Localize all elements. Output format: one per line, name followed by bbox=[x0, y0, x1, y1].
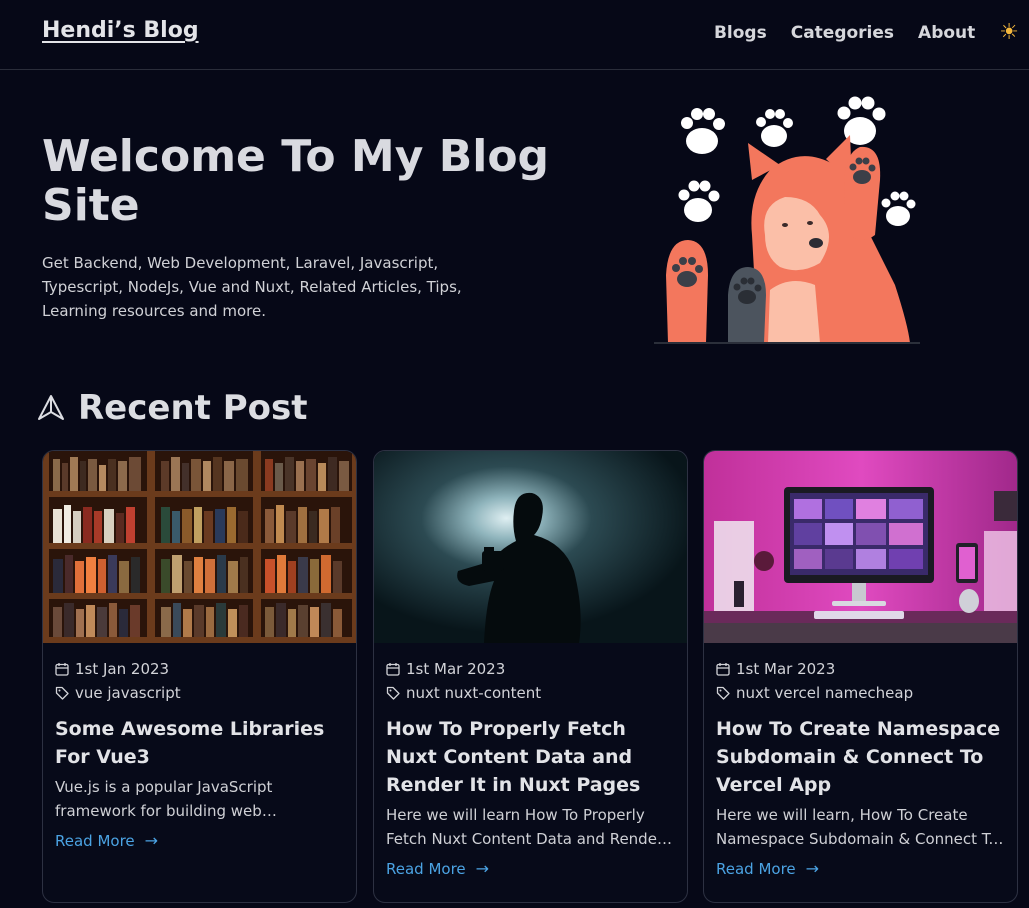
post-card[interactable]: 1st Jan 2023 vue javascript Some Awesome… bbox=[42, 450, 357, 903]
hero-subtitle: Get Backend, Web Development, Laravel, J… bbox=[42, 254, 462, 320]
post-tags: nuxt vercel namecheap bbox=[716, 681, 1005, 705]
arrow-up-icon bbox=[38, 395, 64, 420]
arrow-right-icon: → bbox=[805, 859, 820, 878]
post-image-camera-silhouette[interactable] bbox=[374, 451, 687, 643]
shiba-paws-illustration bbox=[654, 96, 920, 344]
post-tags-text[interactable]: vue javascript bbox=[75, 684, 181, 702]
read-more-label: Read More bbox=[716, 859, 796, 878]
post-tags: vue javascript bbox=[55, 681, 344, 705]
tag-icon bbox=[716, 686, 730, 700]
post-date-text: 1st Jan 2023 bbox=[75, 660, 170, 678]
arrow-right-icon: → bbox=[144, 831, 159, 850]
post-date: 1st Mar 2023 bbox=[386, 657, 675, 681]
site-logo-link[interactable]: Hendi’s Blog bbox=[42, 18, 199, 43]
main-nav: Blogs Categories About ☀ bbox=[714, 22, 1019, 44]
post-date: 1st Jan 2023 bbox=[55, 657, 344, 681]
nav-link-categories[interactable]: Categories bbox=[791, 23, 894, 43]
post-image-desk-setup[interactable] bbox=[704, 451, 1017, 643]
post-tags: nuxt nuxt-content bbox=[386, 681, 675, 705]
arrow-right-icon: → bbox=[475, 859, 490, 878]
post-date-text: 1st Mar 2023 bbox=[406, 660, 506, 678]
nav-link-blogs[interactable]: Blogs bbox=[714, 23, 767, 43]
post-description: Vue.js is a popular JavaScript framework… bbox=[55, 778, 273, 820]
silhouette-image bbox=[374, 451, 687, 643]
calendar-icon bbox=[55, 663, 69, 676]
post-description: Here we will learn How To Properly Fetch… bbox=[386, 806, 664, 848]
post-title[interactable]: How To Create Namespace Subdomain & Conn… bbox=[716, 715, 1005, 799]
post-tags-text[interactable]: nuxt nuxt-content bbox=[406, 684, 541, 702]
post-date-text: 1st Mar 2023 bbox=[736, 660, 836, 678]
post-card[interactable]: 1st Mar 2023 nuxt nuxt-content How To Pr… bbox=[373, 450, 688, 903]
nav-link-about[interactable]: About bbox=[918, 23, 975, 43]
read-more-link[interactable]: Read More → bbox=[55, 831, 344, 850]
read-more-link[interactable]: Read More → bbox=[716, 859, 1005, 878]
post-date: 1st Mar 2023 bbox=[716, 657, 1005, 681]
calendar-icon bbox=[716, 663, 730, 676]
sun-icon[interactable]: ☀ bbox=[999, 22, 1019, 44]
hero-title: Welcome To My Blog Site bbox=[42, 131, 550, 231]
site-header: Hendi’s Blog Blogs Categories About ☀ bbox=[0, 0, 1029, 70]
desk-setup-image bbox=[704, 451, 1017, 643]
post-title[interactable]: How To Properly Fetch Nuxt Content Data … bbox=[386, 715, 675, 799]
post-description: Here we will learn, How To Create Namesp… bbox=[716, 806, 998, 848]
tag-icon bbox=[386, 686, 400, 700]
read-more-label: Read More bbox=[386, 859, 466, 878]
recent-post-title: Recent Post bbox=[78, 388, 308, 428]
recent-post-header: Recent Post bbox=[36, 388, 308, 428]
post-tags-text[interactable]: nuxt vercel namecheap bbox=[736, 684, 913, 702]
read-more-link[interactable]: Read More → bbox=[386, 859, 675, 878]
tag-icon bbox=[55, 686, 69, 700]
post-image-bookshelf[interactable] bbox=[43, 451, 356, 643]
post-title[interactable]: Some Awesome Libraries For Vue3 bbox=[55, 715, 344, 771]
read-more-label: Read More bbox=[55, 831, 135, 850]
calendar-icon bbox=[386, 663, 400, 676]
post-card[interactable]: 1st Mar 2023 nuxt vercel namecheap How T… bbox=[703, 450, 1018, 903]
bookshelf-image bbox=[43, 451, 356, 643]
